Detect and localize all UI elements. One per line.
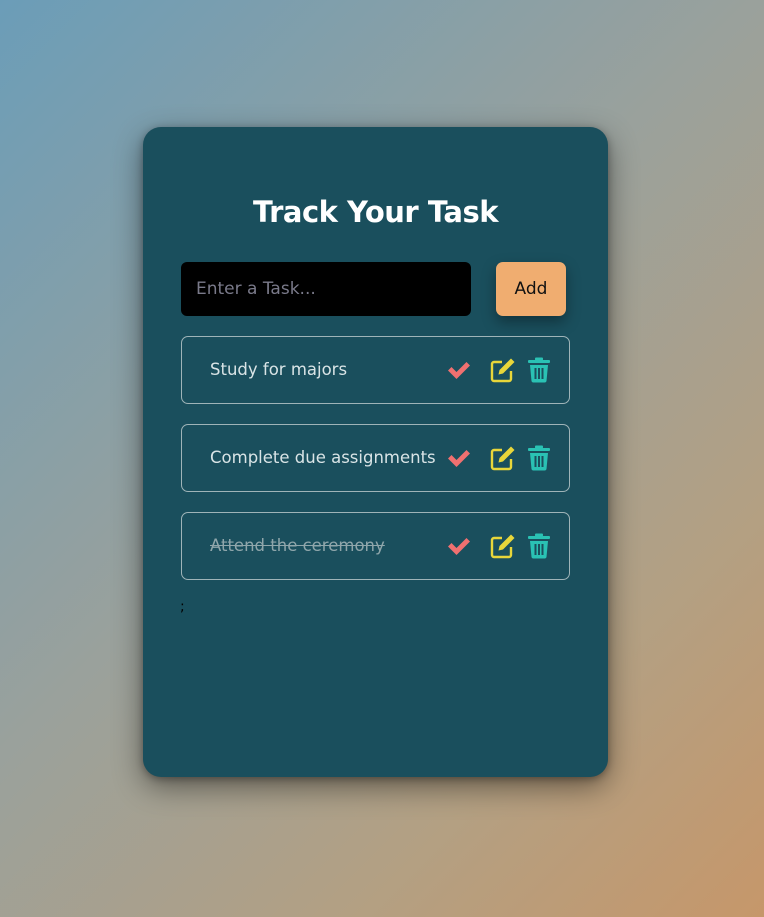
edit-icon[interactable] xyxy=(490,445,516,471)
edit-icon[interactable] xyxy=(490,357,516,383)
trash-icon[interactable] xyxy=(527,533,551,559)
edit-icon[interactable] xyxy=(490,533,516,559)
task-item: Attend the ceremony xyxy=(181,512,570,580)
todo-card: Track Your Task Add Study for majors xyxy=(143,127,608,777)
task-text: Attend the ceremony xyxy=(210,536,385,555)
task-item: Complete due assignments xyxy=(181,424,570,492)
task-text: Study for majors xyxy=(210,360,348,379)
trash-icon[interactable] xyxy=(527,445,551,471)
task-item: Study for majors xyxy=(181,336,570,404)
check-icon[interactable] xyxy=(446,533,472,559)
page-title: Track Your Task xyxy=(252,195,499,229)
check-icon[interactable] xyxy=(446,357,472,383)
task-list: Study for majors Complete due assignment… xyxy=(181,336,570,600)
task-text: Complete due assignments xyxy=(210,448,436,467)
check-icon[interactable] xyxy=(446,445,472,471)
add-button[interactable]: Add xyxy=(496,262,566,316)
trash-icon[interactable] xyxy=(527,357,551,383)
task-input[interactable] xyxy=(181,262,471,316)
stray-text: ; xyxy=(180,599,185,615)
